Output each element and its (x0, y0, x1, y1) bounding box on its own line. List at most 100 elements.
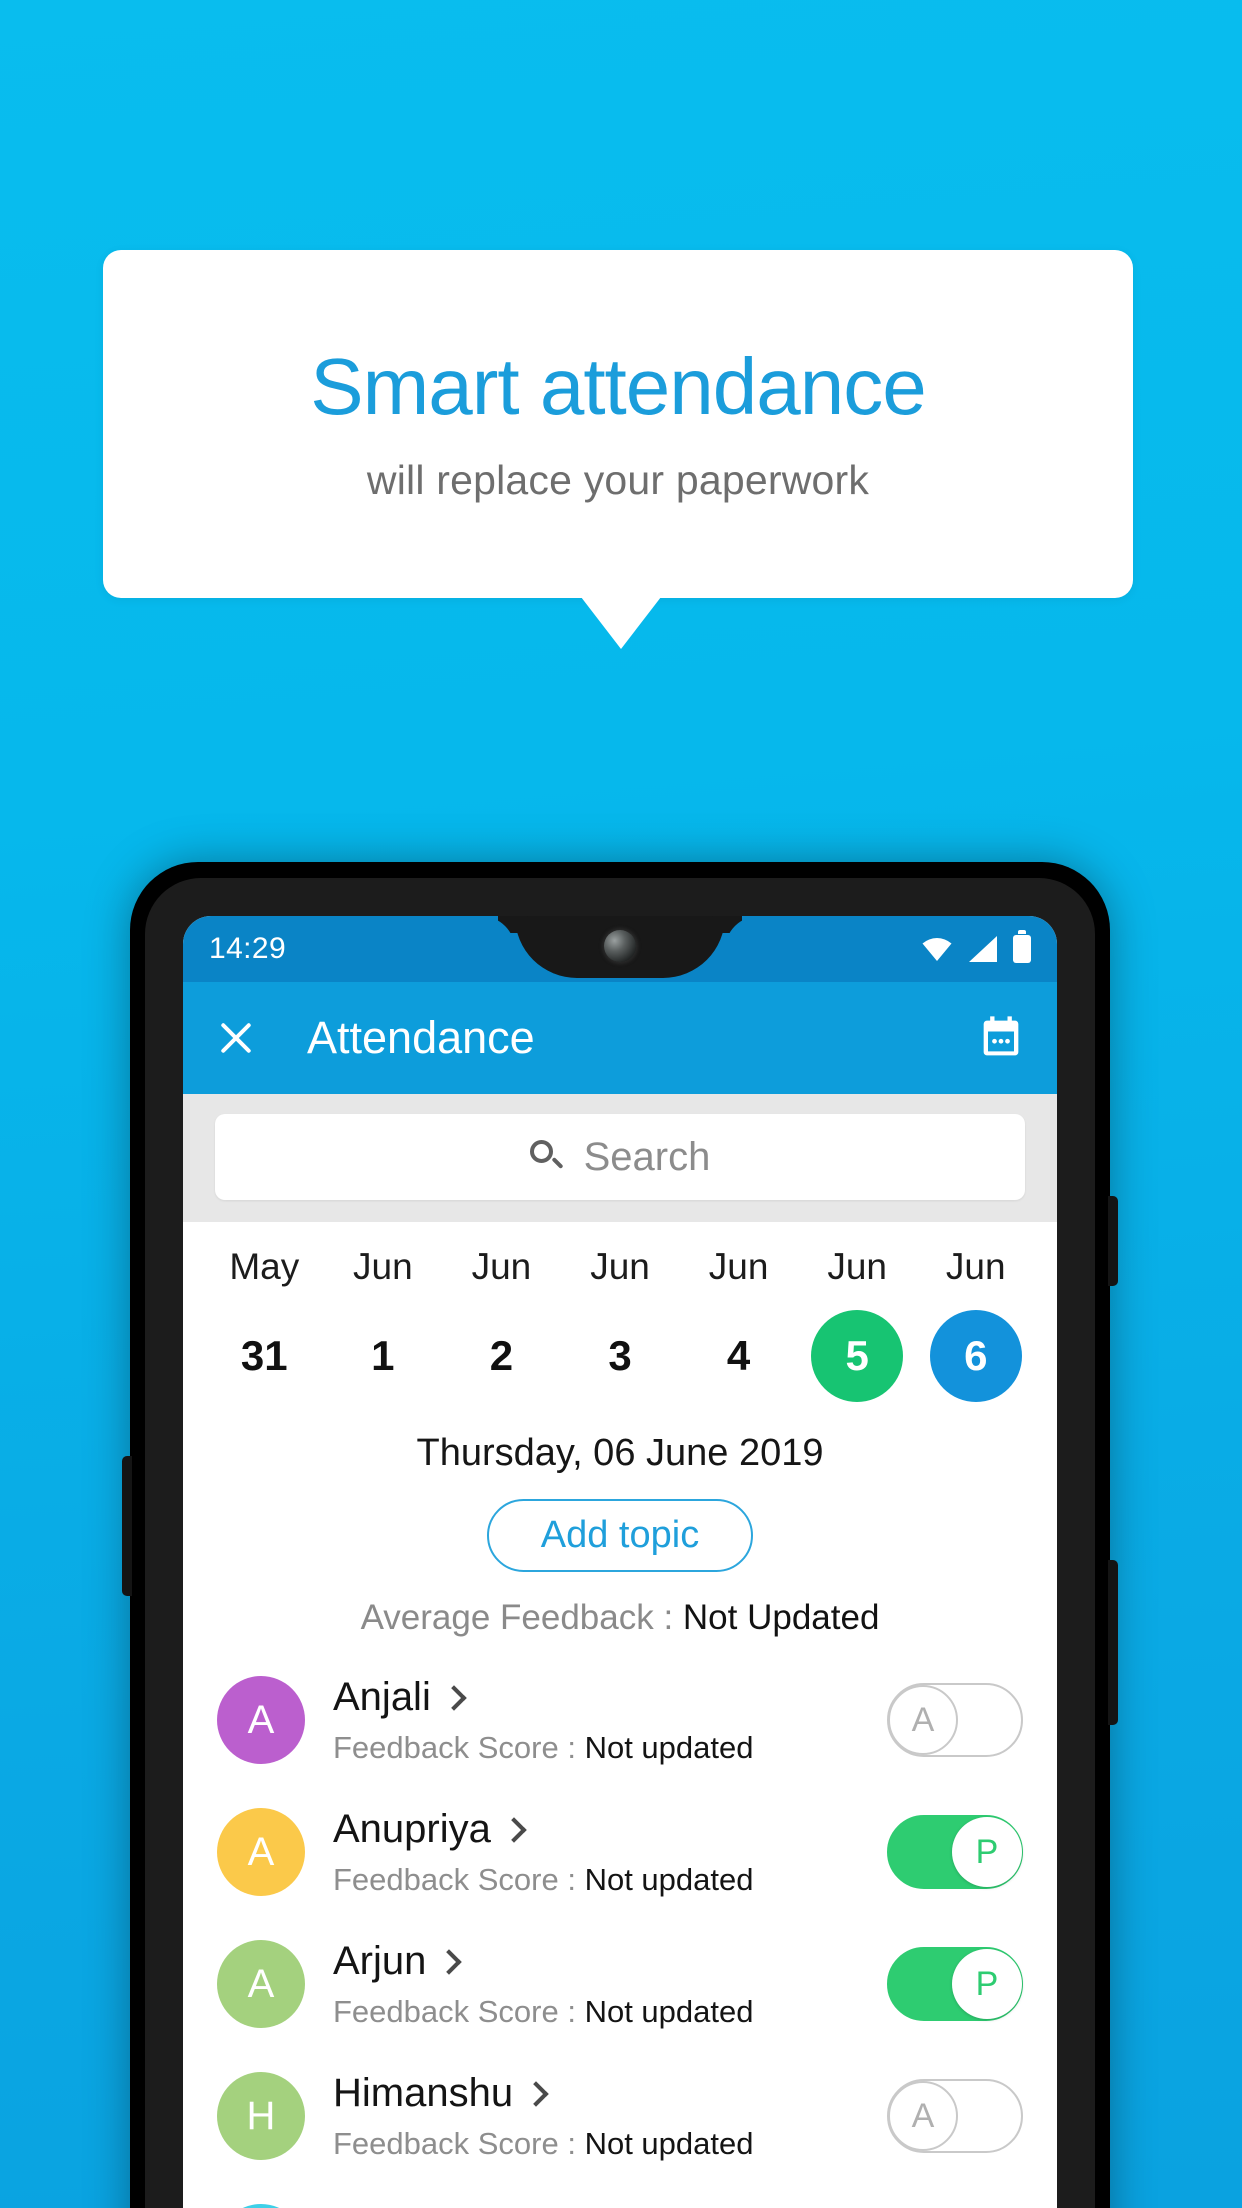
date-cell-month: May (229, 1246, 300, 1287)
phone-button-volume-up (1108, 1196, 1118, 1286)
student-name-line[interactable]: Anjali (333, 1675, 887, 1720)
student-row[interactable]: RRahulFeedback Score : Not updatedP (183, 2182, 1057, 2208)
signal-icon (969, 936, 997, 962)
student-info: RahulFeedback Score : Not updated (333, 2203, 887, 2208)
date-cell-day: 31 (240, 1332, 288, 1379)
average-feedback: Average Feedback : Not Updated (183, 1598, 1057, 1638)
attendance-toggle-knob: A (888, 2081, 958, 2151)
date-cell[interactable]: Jun 6 (916, 1246, 1035, 1402)
avatar: H (217, 2072, 305, 2160)
student-row[interactable]: A Anjali Feedback Score : Not updated A (183, 1654, 1057, 1786)
status-icons (921, 930, 1031, 963)
attendance-toggle-knob: P (952, 1817, 1022, 1887)
feedback-score-label: Feedback Score : (333, 1729, 585, 1765)
phone-button-volume-down (122, 1456, 132, 1596)
attendance-toggle[interactable]: A (887, 2079, 1023, 2153)
promo-screenshot: Smart attendance will replace your paper… (0, 0, 1242, 2208)
calendar-icon[interactable] (975, 1012, 1027, 1064)
date-cell[interactable]: Jun 5 (798, 1246, 917, 1402)
phone-button-power (1108, 1560, 1118, 1725)
student-name-line[interactable]: Himanshu (333, 2071, 887, 2116)
page-title: Attendance (307, 1012, 535, 1063)
student-list: A Anjali Feedback Score : Not updated A A Anu… (183, 1654, 1057, 2208)
promo-card-tail (581, 597, 661, 649)
date-cell[interactable]: Jun 4 (679, 1246, 798, 1402)
student-name: Arjun (333, 1938, 427, 1983)
status-bar: 14:29 (183, 916, 1057, 982)
student-name: Himanshu (333, 2070, 514, 2115)
phone-frame: 14:29 Attendance Search May 31 Jun 1 Jun… (130, 862, 1110, 2208)
date-cell-month: Jun (590, 1246, 650, 1287)
chevron-right-icon[interactable] (441, 1685, 467, 1711)
search-icon (529, 1140, 564, 1174)
feedback-score-value: Not updated (584, 2125, 754, 2161)
date-cell-month: Jun (945, 1246, 1006, 1287)
attendance-toggle[interactable]: P (887, 1815, 1023, 1889)
feedback-score-label: Feedback Score : (333, 2125, 585, 2161)
status-time: 14:29 (209, 932, 287, 965)
phone-screen: 14:29 Attendance Search May 31 Jun 1 Jun… (183, 916, 1057, 2208)
student-name-line[interactable]: Anupriya (333, 1807, 887, 1852)
attendance-toggle-knob: P (952, 1949, 1022, 2019)
add-topic-button[interactable]: Add topic (486, 1499, 754, 1572)
phone-bezel: 14:29 Attendance Search May 31 Jun 1 Jun… (145, 878, 1095, 2208)
search-bar-container: Search (183, 1094, 1057, 1222)
chevron-right-icon[interactable] (436, 1949, 463, 1975)
feedback-score-label: Feedback Score : (333, 1861, 585, 1897)
date-cell[interactable]: Jun 1 (324, 1246, 443, 1402)
attendance-toggle[interactable]: A (887, 1683, 1023, 1757)
average-feedback-value: Not Updated (682, 1598, 880, 1637)
student-info: Anupriya Feedback Score : Not updated (333, 1807, 887, 1898)
date-cell[interactable]: Jun 2 (442, 1246, 561, 1402)
average-feedback-label: Average Feedback : (360, 1598, 683, 1637)
student-name-line[interactable]: Arjun (333, 1939, 887, 1984)
student-feedback-score: Feedback Score : Not updated (333, 1730, 887, 1766)
date-strip[interactable]: May 31 Jun 1 Jun 2 Jun 3 Jun 4 Jun 5 Jun 6 (183, 1222, 1057, 1410)
student-feedback-score: Feedback Score : Not updated (333, 1862, 887, 1898)
chevron-right-icon[interactable] (523, 2081, 549, 2107)
front-camera (604, 930, 636, 962)
date-cell-day: 6 (929, 1310, 1022, 1402)
feedback-score-value: Not updated (584, 1993, 754, 2029)
wifi-icon (922, 938, 952, 961)
student-name: Rahul (333, 2203, 438, 2208)
date-cell[interactable]: Jun 3 (561, 1246, 680, 1402)
student-info: Arjun Feedback Score : Not updated (333, 1939, 887, 2030)
close-icon[interactable] (213, 1015, 259, 1061)
student-name: Anjali (333, 1674, 431, 1719)
search-placeholder: Search (583, 1134, 711, 1179)
feedback-score-value: Not updated (584, 1861, 754, 1897)
avatar: A (217, 1940, 305, 2028)
student-row[interactable]: A Anupriya Feedback Score : Not updated P (183, 1786, 1057, 1918)
student-row[interactable]: A Arjun Feedback Score : Not updated P (183, 1918, 1057, 2050)
avatar: A (217, 1808, 305, 1896)
date-cell[interactable]: May 31 (205, 1246, 324, 1402)
student-row[interactable]: H Himanshu Feedback Score : Not updated A (183, 2050, 1057, 2182)
app-bar: Attendance (183, 982, 1057, 1094)
date-cell-month: Jun (708, 1246, 769, 1287)
student-name: Anupriya (333, 1806, 491, 1851)
search-input[interactable]: Search (215, 1114, 1025, 1200)
add-topic-container: Add topic (183, 1499, 1057, 1572)
feedback-score-value: Not updated (584, 1729, 754, 1765)
date-cell-day: 2 (489, 1332, 514, 1379)
promo-subtitle: will replace your paperwork (366, 456, 870, 503)
student-info: Himanshu Feedback Score : Not updated (333, 2071, 887, 2162)
date-cell-day: 4 (726, 1332, 751, 1379)
student-feedback-score: Feedback Score : Not updated (333, 2126, 887, 2162)
promo-card: Smart attendance will replace your paper… (103, 250, 1133, 598)
date-cell-month: Jun (353, 1246, 413, 1287)
avatar: A (217, 1676, 305, 1764)
attendance-toggle[interactable]: P (887, 1947, 1023, 2021)
attendance-toggle-knob: A (888, 1685, 958, 1755)
feedback-score-label: Feedback Score : (333, 1993, 585, 2029)
date-cell-month: Jun (827, 1246, 887, 1287)
avatar: R (217, 2204, 305, 2208)
chevron-right-icon[interactable] (501, 1817, 527, 1843)
battery-icon (1013, 930, 1031, 963)
student-feedback-score: Feedback Score : Not updated (333, 1994, 887, 2030)
student-name-line[interactable]: Rahul (333, 2203, 887, 2208)
promo-title: Smart attendance (310, 341, 926, 431)
date-cell-day: 1 (371, 1332, 395, 1379)
date-cell-day: 3 (608, 1332, 632, 1379)
